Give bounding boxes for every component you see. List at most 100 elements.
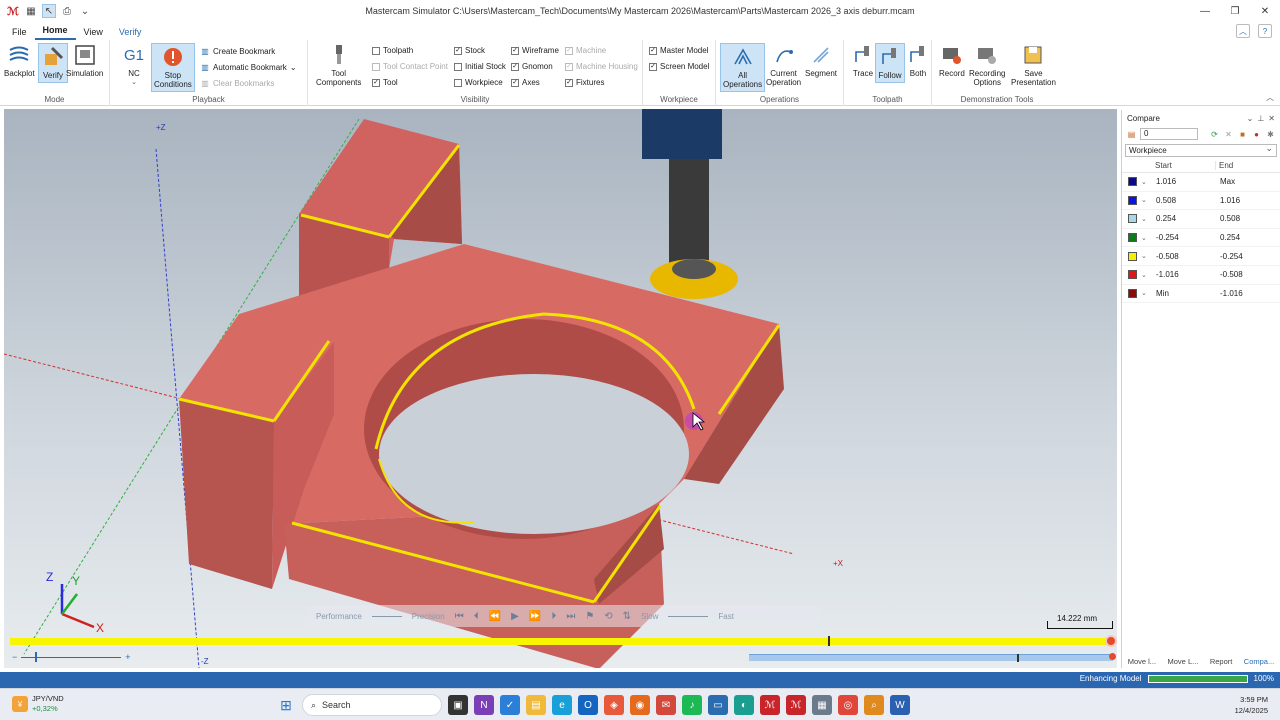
mail-app-icon[interactable]: ✉ bbox=[656, 695, 676, 715]
create-bookmark-button[interactable]: ▥ Create Bookmark bbox=[200, 46, 275, 56]
both-button[interactable]: Both bbox=[906, 43, 930, 78]
tool-contact-point-check[interactable] bbox=[372, 62, 380, 71]
skip-end-icon[interactable]: ⏭ bbox=[566, 611, 575, 622]
color-swatch[interactable] bbox=[1128, 233, 1137, 243]
table-row[interactable]: ⌄ Min -1.016 bbox=[1122, 285, 1280, 304]
master-model-check[interactable]: ✓ bbox=[649, 46, 657, 55]
color-swatch[interactable] bbox=[1128, 177, 1137, 187]
tool-contact-point-checkbox[interactable]: Tool Contact Point bbox=[372, 62, 448, 71]
zoom-in-icon[interactable]: + bbox=[125, 652, 130, 662]
mastercam-2025-icon[interactable]: ℳ bbox=[760, 695, 780, 715]
chevron-down-icon[interactable]: ⌄ bbox=[1141, 215, 1149, 223]
compare-value-input[interactable]: 0 bbox=[1140, 128, 1198, 140]
gnomon-check[interactable]: ✓ bbox=[511, 62, 519, 71]
all-operations-button[interactable]: All Operations bbox=[720, 43, 766, 92]
compare-target-select[interactable]: Workpiece bbox=[1125, 143, 1277, 157]
chrome-icon[interactable]: ◎ bbox=[838, 695, 858, 715]
settings-icon[interactable]: ✱ bbox=[1265, 129, 1276, 140]
table-row[interactable]: ⌄ 0.508 1.016 bbox=[1122, 192, 1280, 211]
panel-pin-icon[interactable]: ⊥ bbox=[1257, 114, 1264, 123]
screen-model-check[interactable]: ✓ bbox=[649, 62, 657, 71]
fixtures-check[interactable]: ✓ bbox=[565, 78, 573, 87]
collapse-ribbon-icon[interactable]: ︿ bbox=[1236, 24, 1250, 38]
simulation-button[interactable]: Simulation bbox=[66, 43, 103, 78]
graphics-viewport[interactable]: +Z -Z +X Z Y X bbox=[4, 109, 1117, 668]
tool-checkbox[interactable]: ✓ Tool bbox=[372, 78, 398, 87]
tab-move-list[interactable]: Move l... bbox=[1128, 657, 1156, 666]
table-row[interactable]: ⌄ -0.254 0.254 bbox=[1122, 229, 1280, 248]
todo-icon[interactable]: ✓ bbox=[500, 695, 520, 715]
nc-button[interactable]: G1 NC ⌄ bbox=[122, 43, 146, 87]
file-explorer-icon[interactable]: ▤ bbox=[526, 695, 546, 715]
firefox-icon[interactable]: ◉ bbox=[630, 695, 650, 715]
help-icon[interactable]: ? bbox=[1258, 24, 1272, 38]
playback-timeline[interactable] bbox=[10, 635, 1117, 647]
stock-ticker-widget[interactable]: ¥ JPY/VND +0,32% bbox=[12, 694, 64, 714]
minimize-button[interactable]: — bbox=[1190, 0, 1220, 22]
operation-progress-handle[interactable] bbox=[1109, 653, 1116, 660]
operation-progress-bar[interactable] bbox=[749, 653, 1116, 662]
machine-checkbox[interactable]: ✓ Machine bbox=[565, 46, 606, 55]
compare-mode-icon[interactable]: ■ bbox=[1237, 129, 1248, 140]
clear-icon[interactable]: ✕ bbox=[1223, 129, 1234, 140]
chevron-down-icon[interactable]: ⌄ bbox=[1141, 271, 1149, 279]
zoom-slider-knob[interactable] bbox=[35, 651, 38, 662]
tab-compare[interactable]: Compa... bbox=[1244, 657, 1274, 666]
wireframe-checkbox[interactable]: ✓ Wireframe bbox=[511, 46, 559, 55]
chevron-down-icon[interactable]: ⌄ bbox=[1141, 196, 1149, 204]
zoom-out-icon[interactable]: − bbox=[12, 652, 17, 662]
maximize-button[interactable]: ❐ bbox=[1220, 0, 1250, 22]
quality-slider[interactable] bbox=[371, 615, 402, 617]
play-icon[interactable]: ▶ bbox=[511, 611, 519, 622]
backplot-button[interactable]: Backplot bbox=[4, 43, 35, 78]
color-map-icon[interactable]: ● bbox=[1251, 129, 1262, 140]
skip-start-icon[interactable]: ⏮ bbox=[455, 611, 464, 622]
tab-file[interactable]: File bbox=[4, 27, 35, 40]
remote-desktop-icon[interactable]: ▭ bbox=[708, 695, 728, 715]
bookmark-icon[interactable]: ⚑ bbox=[585, 611, 594, 622]
table-row[interactable]: ⌄ -1.016 -0.508 bbox=[1122, 266, 1280, 285]
fixtures-checkbox[interactable]: ✓ Fixtures bbox=[565, 78, 604, 87]
screenshot-icon[interactable]: ⎙ bbox=[60, 4, 74, 18]
layout-icon[interactable]: ▦ bbox=[24, 4, 38, 18]
taskbar-search[interactable]: ⌕ Search bbox=[302, 694, 442, 716]
tab-move-log[interactable]: Move L... bbox=[1168, 657, 1199, 666]
initial-stock-check[interactable] bbox=[454, 62, 462, 71]
master-model-checkbox[interactable]: ✓ Master Model bbox=[649, 46, 708, 55]
machine-check[interactable]: ✓ bbox=[565, 46, 573, 55]
recording-options-button[interactable]: Recording Options bbox=[969, 43, 1005, 87]
pointer-icon[interactable]: ↖ bbox=[42, 4, 56, 18]
toolpath-check[interactable] bbox=[372, 46, 380, 55]
windows-start-icon[interactable]: ⊞ bbox=[276, 695, 296, 715]
clear-bookmarks-button[interactable]: ▥ Clear Bookmarks bbox=[200, 78, 274, 88]
panel-close-icon[interactable]: ✕ bbox=[1268, 114, 1275, 123]
color-swatch[interactable] bbox=[1128, 270, 1137, 280]
spotify-icon[interactable]: ♪ bbox=[682, 695, 702, 715]
jump-icon[interactable]: ⇅ bbox=[623, 611, 631, 622]
color-swatch[interactable] bbox=[1128, 195, 1137, 205]
refresh-icon[interactable]: ⟳ bbox=[1209, 129, 1220, 140]
calculator-icon[interactable]: ▦ bbox=[812, 695, 832, 715]
table-row[interactable]: ⌄ 1.016 Max bbox=[1122, 173, 1280, 192]
screen-model-checkbox[interactable]: ✓ Screen Model bbox=[649, 62, 709, 71]
close-button[interactable]: ✕ bbox=[1250, 0, 1280, 22]
automatic-bookmark-button[interactable]: ▥ Automatic Bookmark ⌄ bbox=[200, 62, 296, 72]
step-back-icon[interactable]: ⏴ bbox=[474, 611, 479, 622]
mastercam-2026-icon[interactable]: ℳ bbox=[786, 695, 806, 715]
copilot-icon[interactable]: ◈ bbox=[604, 695, 624, 715]
toolpath-checkbox[interactable]: Toolpath bbox=[372, 46, 413, 55]
stock-check[interactable]: ✓ bbox=[454, 46, 462, 55]
wireframe-check[interactable]: ✓ bbox=[511, 46, 519, 55]
stock-checkbox[interactable]: ✓ Stock bbox=[454, 46, 485, 55]
chevron-down-icon[interactable]: ⌄ bbox=[1141, 289, 1149, 297]
chevron-down-icon[interactable]: ⌄ bbox=[1141, 252, 1149, 260]
gnomon-checkbox[interactable]: ✓ Gnomon bbox=[511, 62, 553, 71]
customize-chevron-icon[interactable]: ⌄ bbox=[78, 4, 92, 18]
workpiece-check[interactable] bbox=[454, 78, 462, 87]
edge-icon[interactable]: e bbox=[552, 695, 572, 715]
current-operation-button[interactable]: Current Operation bbox=[766, 43, 801, 87]
machine-housing-checkbox[interactable]: ✓ Machine Housing bbox=[565, 62, 638, 71]
color-swatch[interactable] bbox=[1128, 251, 1137, 261]
stop-conditions-button[interactable]: Stop Conditions bbox=[151, 43, 195, 92]
compare-type-icon[interactable]: ▤ bbox=[1126, 129, 1137, 140]
